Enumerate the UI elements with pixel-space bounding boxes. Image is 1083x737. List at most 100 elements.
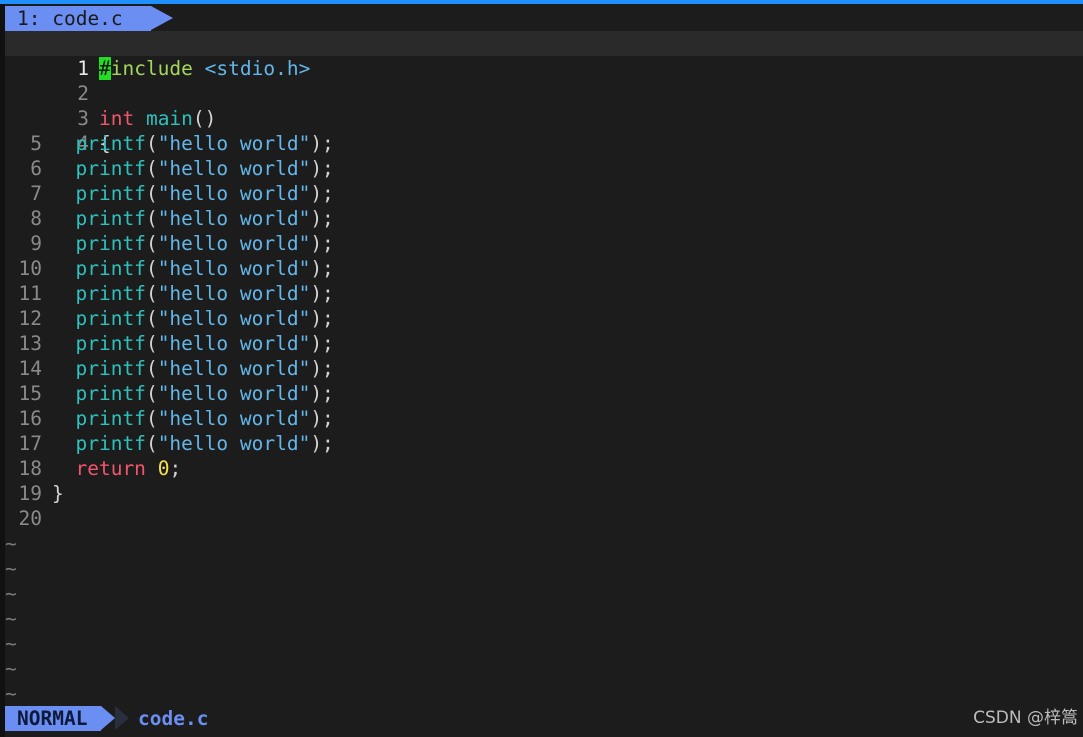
punctuation: ( [145,182,158,205]
code-line[interactable]: 12 printf("hello world"); [5,306,1083,331]
tab-arrow-separator [151,6,173,30]
punctuation: ); [310,332,334,355]
string-literal: "hello world" [157,257,311,280]
string-literal: "hello world" [157,282,311,305]
line-number: 15 [18,382,42,405]
tab-code-c[interactable]: 1: code.c [5,6,151,31]
empty-line-marker: ~ [5,657,17,680]
punctuation: ); [310,157,334,180]
code-line[interactable]: 7 printf("hello world"); [5,181,1083,206]
code-line[interactable]: 17 printf("hello world"); [5,431,1083,456]
line-number: 10 [18,257,42,280]
return-keyword: return [75,457,146,480]
function-call: printf [75,307,146,330]
function-call: printf [75,332,146,355]
function-call: printf [75,232,146,255]
empty-line-marker: ~ [5,607,17,630]
code-line[interactable]: 18 return 0; [5,456,1083,481]
punctuation: ( [145,407,158,430]
mode-arrow-separator [101,706,115,730]
empty-line-marker: ~ [5,582,17,605]
string-literal: "hello world" [157,382,311,405]
string-literal: "hello world" [157,132,311,155]
punctuation: ; [169,457,182,480]
code-line[interactable]: 10 printf("hello world"); [5,256,1083,281]
string-literal: "hello world" [157,432,311,455]
line-number: 12 [18,307,42,330]
punctuation: ); [310,432,334,455]
line-number: 18 [18,457,42,480]
empty-line-marker: ~ [5,557,17,580]
function-call: printf [75,282,146,305]
punctuation: ); [310,257,334,280]
punctuation: ); [310,307,334,330]
string-literal: "hello world" [157,307,311,330]
string-literal: "hello world" [157,332,311,355]
punctuation: ); [310,382,334,405]
line-number: 20 [18,507,42,530]
function-call: printf [75,132,146,155]
code-line[interactable]: 1 #include <stdio.h> [5,31,1083,80]
string-literal: "hello world" [157,357,311,380]
punctuation: ( [145,357,158,380]
punctuation: ( [145,332,158,355]
code-line[interactable]: 19} [5,481,1083,506]
punctuation: ( [145,382,158,405]
code-line[interactable]: 8 printf("hello world"); [5,206,1083,231]
code-line[interactable]: 2 [5,56,1083,105]
code-line[interactable]: 11 printf("hello world"); [5,281,1083,306]
string-literal: "hello world" [157,407,311,430]
statusline-arrow-separator [115,706,129,730]
punctuation: ( [145,432,158,455]
watermark: CSDN @梓篙 [973,708,1078,728]
code-line[interactable]: 5 printf("hello world"); [5,131,1083,156]
string-literal: "hello world" [157,232,311,255]
statusline: NORMAL code.c [5,706,1083,731]
punctuation: ); [310,357,334,380]
punctuation: ( [145,132,158,155]
line-number: 19 [18,482,42,505]
function-call: printf [75,357,146,380]
editor-buffer[interactable]: 1 #include <stdio.h> 2 3 int main() 4{ 5 p… [5,31,1083,531]
punctuation: ); [310,132,334,155]
function-call: printf [75,382,146,405]
line-number: 9 [30,232,42,255]
punctuation: ( [145,232,158,255]
function-call: printf [75,207,146,230]
code-line[interactable]: 20 [5,506,1083,531]
punctuation: ( [145,307,158,330]
tabline: 1: code.c [5,6,1083,31]
punctuation: ( [145,257,158,280]
number-literal: 0 [157,457,170,480]
code-line[interactable]: 13 printf("hello world"); [5,331,1083,356]
empty-line-marker: ~ [5,632,17,655]
code-line[interactable]: 15 printf("hello world"); [5,381,1083,406]
empty-line-marker: ~ [5,682,17,705]
string-literal: "hello world" [157,207,311,230]
window-top-border [0,0,1083,4]
punctuation: ( [145,157,158,180]
line-number: 17 [18,432,42,455]
line-number: 14 [18,357,42,380]
line-number: 13 [18,332,42,355]
punctuation: ); [310,207,334,230]
function-call: printf [75,432,146,455]
code-line[interactable]: 3 int main() [5,81,1083,130]
function-call: printf [75,257,146,280]
line-number: 8 [30,207,42,230]
punctuation: ( [145,282,158,305]
function-call: printf [75,182,146,205]
code-line[interactable]: 9 printf("hello world"); [5,231,1083,256]
punctuation: ); [310,232,334,255]
function-call: printf [75,407,146,430]
code-line[interactable]: 14 printf("hello world"); [5,356,1083,381]
string-literal: "hello world" [157,182,311,205]
code-line[interactable]: 4{ [5,106,1083,155]
code-line[interactable]: 6 printf("hello world"); [5,156,1083,181]
code-line[interactable]: 16 printf("hello world"); [5,406,1083,431]
line-number: 5 [30,132,42,155]
close-brace: } [52,482,64,505]
punctuation: ); [310,182,334,205]
line-number: 7 [30,182,42,205]
function-call: printf [75,157,146,180]
